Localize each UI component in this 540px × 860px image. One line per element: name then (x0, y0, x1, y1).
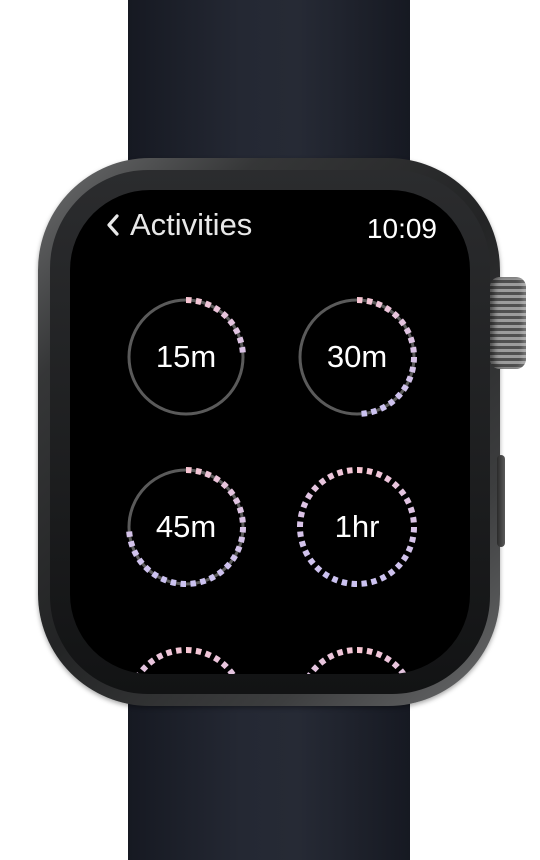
watch-band-bottom (128, 690, 410, 860)
activity-label (124, 645, 248, 674)
activity-label: 45m (155, 509, 217, 544)
activity-label: 15m (155, 339, 217, 374)
back-button[interactable]: Activities (106, 207, 252, 243)
watch-screen: Activities 10:09 15m 30m 45m 1hr (70, 190, 470, 674)
activity-label: 1hr (334, 509, 380, 544)
back-label: Activities (130, 207, 253, 242)
activity-more-2-button[interactable] (295, 645, 419, 674)
chevron-left-icon (107, 214, 119, 236)
digital-crown[interactable] (490, 277, 526, 369)
activity-label (295, 645, 419, 674)
activity-45m-button[interactable]: 45m (124, 465, 248, 589)
activity-30m-button[interactable]: 30m (295, 295, 419, 419)
watch-band-top (128, 0, 410, 175)
activity-label: 30m (326, 339, 388, 374)
activity-15m-button[interactable]: 15m (124, 295, 248, 419)
clock-time: 10:09 (366, 213, 437, 244)
side-button[interactable] (497, 455, 505, 547)
activity-more-1-button[interactable] (124, 645, 248, 674)
activity-1hr-button[interactable]: 1hr (295, 465, 419, 589)
